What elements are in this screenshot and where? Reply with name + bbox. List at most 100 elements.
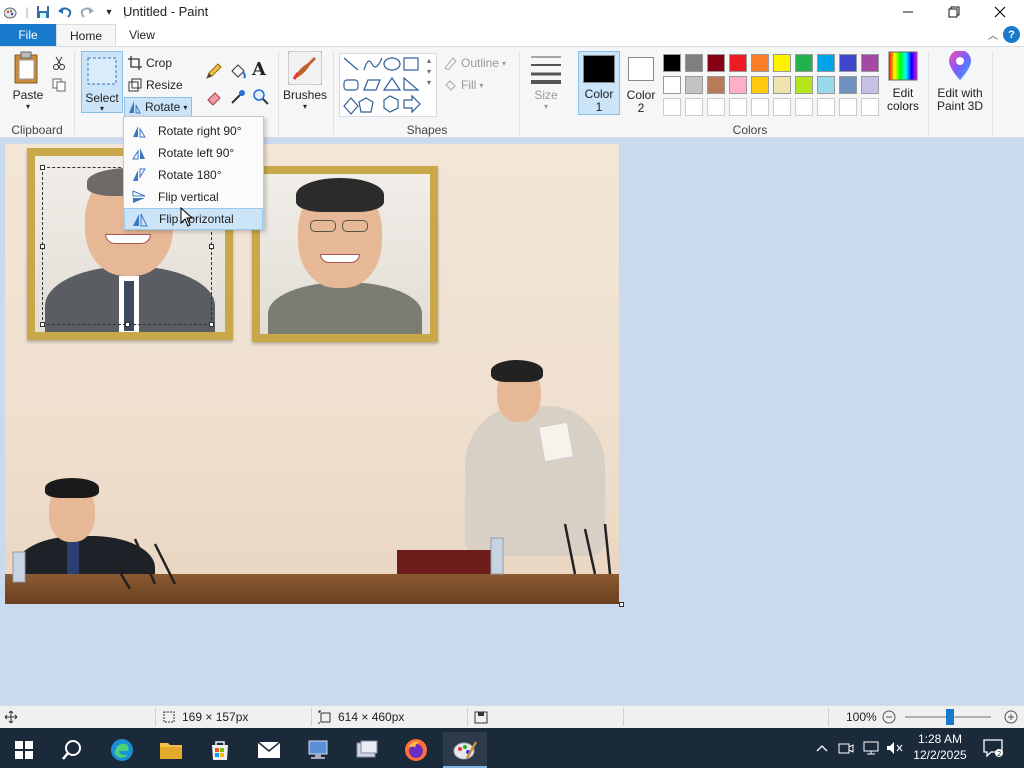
show-hidden-icons[interactable] bbox=[816, 728, 828, 768]
menu-flip-vertical[interactable]: Flip vertical bbox=[124, 186, 263, 208]
tray-volume[interactable] bbox=[886, 728, 904, 768]
restore-button[interactable] bbox=[931, 0, 977, 24]
palette-swatch[interactable] bbox=[663, 54, 681, 72]
tab-home[interactable]: Home bbox=[56, 24, 116, 46]
notifications-icon: 2 bbox=[983, 739, 1003, 757]
undo-icon[interactable] bbox=[54, 1, 76, 23]
resize-button[interactable]: Resize bbox=[128, 75, 183, 95]
select-button[interactable]: Select ▾ bbox=[81, 51, 123, 113]
palette-swatch[interactable] bbox=[817, 76, 835, 94]
palette-swatch[interactable] bbox=[795, 76, 813, 94]
palette-swatch[interactable] bbox=[663, 76, 681, 94]
color-picker-tool[interactable] bbox=[229, 87, 251, 107]
taskbar-store[interactable] bbox=[198, 732, 242, 768]
menu-rotate-left-90[interactable]: Rotate left 90° bbox=[124, 142, 263, 164]
palette-swatch[interactable] bbox=[817, 98, 835, 116]
tab-file[interactable]: File bbox=[0, 24, 56, 46]
help-icon[interactable]: ? bbox=[1003, 26, 1020, 43]
selection-handle-w[interactable] bbox=[40, 244, 45, 249]
outline-button[interactable]: Outline ▾ bbox=[443, 53, 506, 73]
palette-swatch[interactable] bbox=[685, 54, 703, 72]
taskbar-firefox[interactable] bbox=[394, 732, 438, 768]
canvas-resize-handle[interactable] bbox=[619, 602, 624, 607]
palette-swatch[interactable] bbox=[839, 98, 857, 116]
zoom-out-button[interactable] bbox=[882, 710, 896, 724]
palette-swatch[interactable] bbox=[795, 98, 813, 116]
taskbar-app-window[interactable] bbox=[345, 732, 389, 768]
eraser-tool[interactable] bbox=[205, 87, 227, 107]
fill-tool[interactable] bbox=[229, 61, 251, 81]
palette-swatch[interactable] bbox=[861, 76, 879, 94]
palette-swatch[interactable] bbox=[685, 98, 703, 116]
text-tool[interactable]: A bbox=[252, 58, 266, 80]
menu-rotate-180[interactable]: Rotate 180° bbox=[124, 164, 263, 186]
color1-button[interactable]: Color 1 bbox=[578, 51, 620, 115]
selection-handle-e[interactable] bbox=[209, 244, 214, 249]
close-button[interactable] bbox=[977, 0, 1023, 24]
taskbar-edge[interactable] bbox=[100, 732, 144, 768]
palette-swatch[interactable] bbox=[751, 54, 769, 72]
palette-swatch[interactable] bbox=[663, 98, 681, 116]
customize-qat-icon[interactable]: ▾ bbox=[98, 1, 120, 23]
palette-swatch[interactable] bbox=[685, 76, 703, 94]
selection-handle-nw[interactable] bbox=[40, 165, 45, 170]
selection-handle-sw[interactable] bbox=[40, 322, 45, 327]
edit-with-paint3d-button[interactable]: Edit with Paint 3D bbox=[932, 51, 988, 113]
save-icon[interactable] bbox=[32, 1, 54, 23]
image-canvas[interactable] bbox=[5, 144, 619, 604]
text-icon: A bbox=[252, 58, 266, 80]
zoom-slider-thumb[interactable] bbox=[946, 709, 954, 725]
tab-view[interactable]: View bbox=[118, 24, 166, 46]
action-center[interactable]: 2 bbox=[983, 728, 1003, 768]
palette-swatch[interactable] bbox=[817, 54, 835, 72]
paste-button[interactable]: Paste ▾ bbox=[8, 51, 48, 111]
taskbar-clock[interactable]: 1:28 AM 12/2/2025 bbox=[908, 731, 972, 763]
pencil-tool[interactable] bbox=[205, 61, 227, 81]
crop-button[interactable]: Crop bbox=[128, 53, 172, 73]
palette-swatch[interactable] bbox=[861, 98, 879, 116]
palette-swatch[interactable] bbox=[729, 54, 747, 72]
palette-swatch[interactable] bbox=[795, 54, 813, 72]
palette-swatch[interactable] bbox=[839, 54, 857, 72]
palette-swatch[interactable] bbox=[839, 76, 857, 94]
palette-swatch[interactable] bbox=[773, 98, 791, 116]
color2-button[interactable]: Color 2 bbox=[620, 51, 662, 115]
tray-network[interactable] bbox=[862, 728, 880, 768]
resize-icon bbox=[128, 78, 142, 92]
fill-button[interactable]: Fill ▾ bbox=[443, 75, 483, 95]
minimize-button[interactable] bbox=[885, 0, 931, 24]
palette-swatch[interactable] bbox=[707, 54, 725, 72]
shapes-scroll[interactable]: ▴ ▾ ▾ bbox=[427, 55, 431, 88]
menu-rotate-right-90[interactable]: Rotate right 90° bbox=[124, 120, 263, 142]
palette-swatch[interactable] bbox=[773, 54, 791, 72]
edit-colors-button[interactable]: Edit colors bbox=[882, 51, 924, 113]
size-button[interactable]: Size ▾ bbox=[524, 51, 568, 111]
palette-swatch[interactable] bbox=[707, 76, 725, 94]
selection-handle-s[interactable] bbox=[125, 322, 130, 327]
taskbar-mail[interactable] bbox=[247, 732, 291, 768]
palette-swatch[interactable] bbox=[707, 98, 725, 116]
shapes-gallery[interactable] bbox=[339, 53, 437, 117]
palette-swatch[interactable] bbox=[773, 76, 791, 94]
palette-swatch[interactable] bbox=[729, 98, 747, 116]
edit-colors-label-2: colors bbox=[886, 99, 919, 113]
redo-icon[interactable] bbox=[76, 1, 98, 23]
palette-swatch[interactable] bbox=[751, 98, 769, 116]
copy-button[interactable] bbox=[52, 75, 70, 95]
start-button[interactable] bbox=[2, 732, 46, 768]
palette-swatch[interactable] bbox=[751, 76, 769, 94]
palette-swatch[interactable] bbox=[861, 54, 879, 72]
taskbar-paint[interactable] bbox=[443, 732, 487, 768]
cut-button[interactable] bbox=[52, 53, 70, 73]
search-button[interactable] bbox=[50, 732, 94, 768]
magnifier-tool[interactable] bbox=[252, 87, 274, 107]
palette-swatch[interactable] bbox=[729, 76, 747, 94]
tray-meet-now[interactable] bbox=[838, 728, 854, 768]
brushes-button[interactable]: Brushes ▾ bbox=[283, 51, 327, 111]
rotate-button-content[interactable]: Rotate ▾ bbox=[127, 97, 187, 117]
collapse-ribbon-icon[interactable]: ︿ bbox=[988, 27, 998, 42]
taskbar-network-app[interactable] bbox=[296, 732, 340, 768]
zoom-in-button[interactable] bbox=[1004, 710, 1018, 724]
taskbar-file-explorer[interactable] bbox=[149, 732, 193, 768]
selection-handle-se[interactable] bbox=[209, 322, 214, 327]
